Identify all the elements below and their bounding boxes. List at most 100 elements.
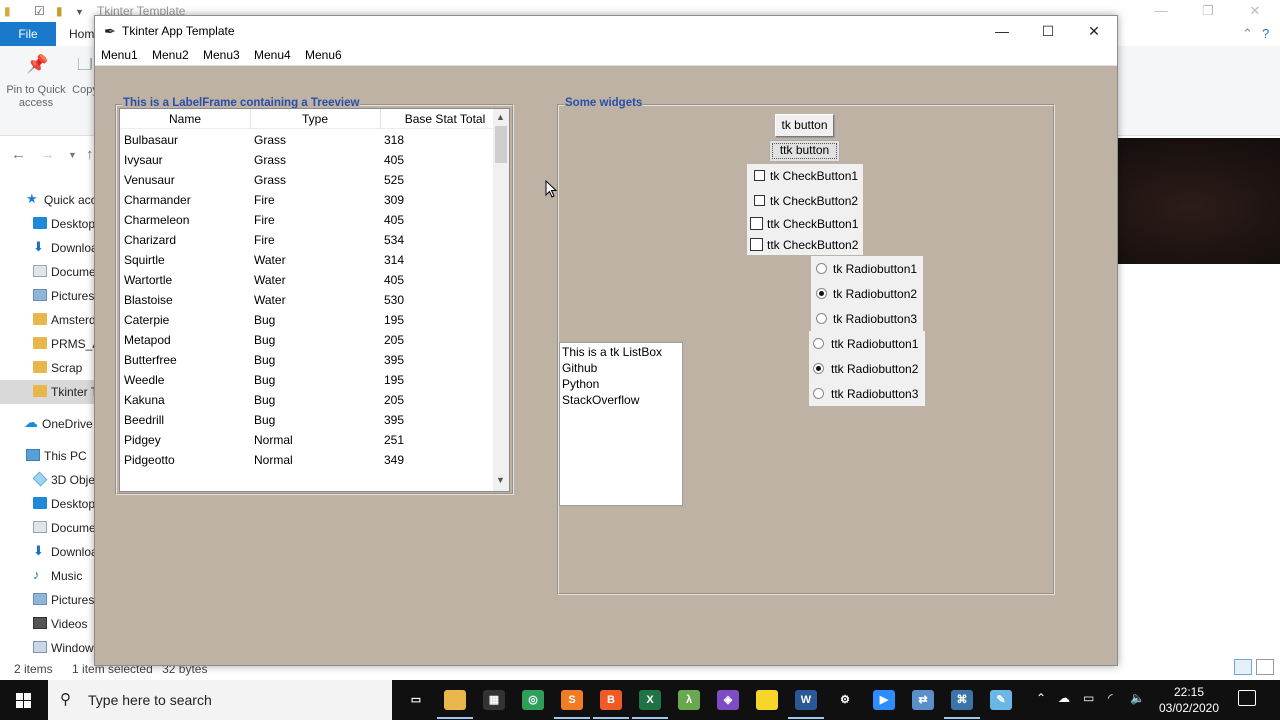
scroll-down-icon[interactable]: ▼	[496, 475, 505, 485]
network-app-icon[interactable]: ⇄	[912, 690, 934, 710]
customize-qa-icon[interactable]: ▼	[75, 7, 84, 17]
column-header-type[interactable]: Type	[250, 112, 380, 126]
table-row[interactable]: Beedrill Bug 395	[120, 410, 497, 430]
onedrive-tray-icon[interactable]: ☁	[1058, 691, 1070, 705]
table-row[interactable]: Charizard Fire 534	[120, 230, 497, 250]
help-icon[interactable]: ?	[1262, 26, 1269, 41]
radio-icon[interactable]	[816, 263, 827, 274]
radiobutton[interactable]: ttk Radiobutton2	[809, 356, 925, 381]
tk-button[interactable]: tk button	[775, 114, 834, 137]
table-row[interactable]: Pidgeotto Normal 349	[120, 450, 497, 470]
listbox-item[interactable]: Github	[562, 361, 597, 375]
brave-icon[interactable]: B	[600, 690, 622, 710]
back-arrow-icon[interactable]: ←	[11, 146, 26, 163]
calculator-icon[interactable]: ▦	[483, 690, 505, 710]
details-view-icon[interactable]	[1234, 659, 1252, 675]
up-arrow-icon[interactable]: ↑	[86, 146, 94, 163]
taskbar-search[interactable]: ⚲ Type here to search	[48, 680, 392, 720]
radio-icon[interactable]	[813, 338, 824, 349]
nav-item[interactable]: ♪ Music	[0, 564, 95, 588]
table-row[interactable]: Venusaur Grass 525	[120, 170, 497, 190]
radio-icon[interactable]	[813, 363, 824, 374]
restore-icon[interactable]: ❐	[1193, 3, 1223, 19]
nav-item[interactable]: Desktop	[0, 492, 95, 516]
listbox-item[interactable]: Python	[562, 377, 599, 391]
word-icon[interactable]: W	[795, 690, 817, 710]
scrollbar-thumb[interactable]	[495, 126, 507, 163]
nav-item[interactable]: ☁ OneDrive	[0, 412, 95, 436]
task-view-icon[interactable]: ▭	[405, 690, 427, 710]
table-row[interactable]: Bulbasaur Grass 318	[120, 130, 497, 150]
nav-item[interactable]: Scrap	[0, 356, 95, 380]
table-row[interactable]: Pidgey Normal 251	[120, 430, 497, 450]
checkbox-icon[interactable]	[750, 238, 763, 251]
clock[interactable]: 22:15 03/02/2020	[1150, 684, 1228, 716]
properties-icon[interactable]: ☑	[34, 4, 45, 18]
close-icon[interactable]: ✕	[1240, 3, 1270, 19]
scroll-up-icon[interactable]: ▲	[496, 112, 505, 122]
nav-item[interactable]: Documents	[0, 516, 95, 540]
checkbox-icon[interactable]	[754, 195, 765, 206]
treeview-scrollbar[interactable]: ▲ ▼	[493, 109, 509, 491]
checkbutton[interactable]: ttk CheckButton2	[747, 234, 863, 255]
table-row[interactable]: Caterpie Bug 195	[120, 310, 497, 330]
excel-icon[interactable]: X	[639, 690, 661, 710]
radiobutton[interactable]: ttk Radiobutton3	[809, 381, 925, 406]
maximize-icon[interactable]: ☐	[1025, 16, 1071, 47]
menu-4[interactable]: Menu4	[254, 48, 291, 62]
column-header-name[interactable]: Name	[120, 112, 250, 126]
new-folder-icon[interactable]: ▮	[56, 4, 63, 18]
table-row[interactable]: Ivysaur Grass 405	[120, 150, 497, 170]
nav-item[interactable]: Desktop	[0, 212, 95, 236]
sublime-text-icon[interactable]: S	[561, 690, 583, 710]
nav-item[interactable]: 3D Objects	[0, 468, 95, 492]
checkbutton[interactable]: ttk CheckButton1	[747, 214, 863, 234]
nav-item[interactable]: ⬇ Downloads	[0, 236, 95, 260]
treeview[interactable]: Name Type Base Stat Total Bulbasaur Grass…	[119, 108, 510, 492]
nav-item[interactable]: ⬇ Downloads	[0, 540, 95, 564]
menu-3[interactable]: Menu3	[203, 48, 240, 62]
nav-item[interactable]: This PC	[0, 444, 95, 468]
chevron-up-icon[interactable]: ⌃	[1242, 26, 1253, 42]
table-row[interactable]: Blastoise Water 530	[120, 290, 497, 310]
table-row[interactable]: Wartortle Water 405	[120, 270, 497, 290]
table-row[interactable]: Charmeleon Fire 405	[120, 210, 497, 230]
listbox[interactable]: This is a tk ListBox Github Python StackOve…	[559, 342, 683, 506]
nav-item[interactable]: PRMS_A	[0, 332, 95, 356]
table-row[interactable]: Metapod Bug 205	[120, 330, 497, 350]
volume-icon[interactable]: 🔈	[1130, 691, 1145, 705]
nav-item[interactable]: Documents	[0, 260, 95, 284]
nav-item[interactable]: Windows	[0, 636, 95, 660]
table-row[interactable]: Butterfree Bug 395	[120, 350, 497, 370]
file-explorer-icon[interactable]	[444, 690, 466, 710]
pin-quick-access-button[interactable]: 📌 Pin to Quick access	[4, 55, 68, 110]
ttk-button[interactable]: ttk button	[769, 140, 840, 162]
visual-studio-icon[interactable]: ◈	[717, 690, 739, 710]
lambda-app-icon[interactable]: λ	[678, 690, 700, 710]
settings-icon[interactable]: ⚙	[834, 690, 856, 710]
nav-item[interactable]: Amsterdam	[0, 308, 95, 332]
zoom-icon[interactable]: ▶	[873, 690, 895, 710]
close-icon[interactable]: ✕	[1071, 16, 1117, 47]
table-row[interactable]: Charmander Fire 309	[120, 190, 497, 210]
notepad-icon[interactable]: ✎	[990, 690, 1012, 710]
recent-chevron-icon[interactable]: ▼	[68, 150, 77, 160]
checkbutton[interactable]: tk CheckButton1	[747, 164, 863, 189]
table-row[interactable]: Squirtle Water 314	[120, 250, 497, 270]
radiobutton[interactable]: tk Radiobutton2	[811, 281, 923, 306]
menu-6[interactable]: Menu6	[305, 48, 342, 62]
forward-arrow-icon[interactable]: →	[40, 146, 55, 163]
radio-icon[interactable]	[816, 313, 827, 324]
radio-icon[interactable]	[813, 388, 824, 399]
radiobutton[interactable]: ttk Radiobutton1	[809, 331, 925, 356]
checkbox-icon[interactable]	[750, 217, 763, 230]
listbox-item[interactable]: This is a tk ListBox	[562, 345, 662, 359]
show-hidden-icons[interactable]: ⌃	[1036, 691, 1046, 705]
table-row[interactable]: Kakuna Bug 205	[120, 390, 497, 410]
nav-item[interactable]: Pictures	[0, 284, 95, 308]
menu-1[interactable]: Menu1	[101, 48, 138, 62]
battery-icon[interactable]: ▭	[1083, 691, 1094, 705]
notification-icon[interactable]	[1238, 690, 1256, 706]
nav-item[interactable]: ★ Quick access	[0, 188, 95, 212]
minimize-icon[interactable]: —	[1146, 3, 1176, 18]
